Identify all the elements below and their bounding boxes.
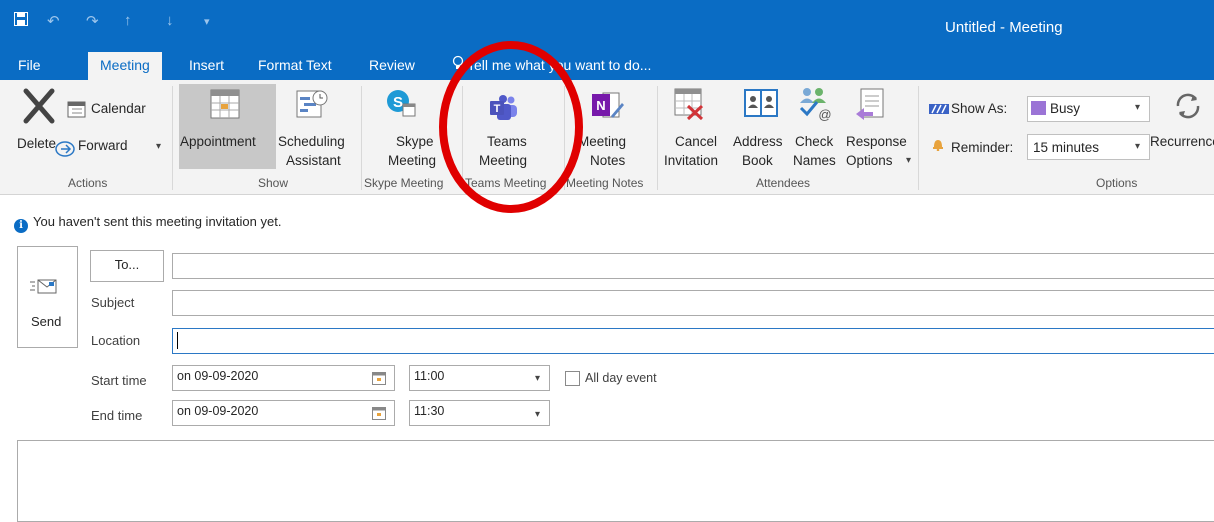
send-label: Send [31,314,62,329]
up-arrow-icon[interactable]: ↑ [124,12,132,29]
start-date-value: on 09-09-2020 [177,369,259,383]
show-as-label: Show As: [951,101,1008,116]
redo-icon[interactable]: ↷ [86,12,99,30]
cancel-invitation-button-line2[interactable]: Invitation [664,152,718,169]
scheduling-assistant-icon [296,88,328,123]
address-book-button-line2[interactable]: Book [742,152,773,169]
show-as-value: Busy [1050,101,1081,116]
svg-text:N: N [596,98,605,113]
check-names-icon: @ [797,86,833,125]
subject-label: Subject [91,295,135,310]
tab-insert[interactable]: Insert [189,57,224,73]
tab-file[interactable]: File [18,57,41,73]
appointment-icon [210,89,240,122]
skype-icon: S [385,88,417,121]
all-day-label: All day event [585,371,657,385]
group-separator [918,86,919,190]
forward-dropdown-icon[interactable]: ▾ [156,141,161,152]
subject-field[interactable] [172,290,1214,316]
location-label: Location [91,333,141,348]
show-as-dropdown-icon[interactable]: ▾ [1135,102,1140,113]
info-icon: i [14,219,28,233]
response-options-icon [855,88,887,125]
recurrence-icon [1172,90,1204,125]
start-date-picker[interactable]: on 09-09-2020 [172,365,395,391]
delete-icon[interactable] [22,88,56,127]
window-title: Untitled - Meeting [945,19,1063,36]
meeting-notes-button-line2[interactable]: Notes [590,152,625,169]
recurrence-button[interactable]: Recurrence [1150,133,1214,150]
actions-group-label: Actions [68,176,108,190]
skype-meeting-button-line1[interactable]: Skype [396,133,434,150]
start-time-value: 11:00 [414,369,445,383]
group-separator [172,86,173,190]
down-arrow-icon[interactable]: ↓ [166,12,174,29]
address-book-button-line1[interactable]: Address [733,133,783,150]
start-time-select[interactable]: 11:00 [409,365,550,391]
cancel-invitation-button-line1[interactable]: Cancel [675,133,717,150]
skype-meeting-button-line2[interactable]: Meeting [388,152,436,169]
undo-icon[interactable]: ↶ [47,12,60,30]
response-options-dropdown-icon[interactable]: ▾ [906,155,911,166]
start-time-label: Start time [91,373,147,388]
calendar-icon [67,100,87,121]
forward-button[interactable]: Forward [78,137,128,154]
send-envelope-icon [30,279,58,298]
scheduling-assistant-button-line1[interactable]: Scheduling [278,133,345,150]
highlight-circle [439,41,583,213]
cancel-invitation-icon [674,88,706,123]
end-date-value: on 09-09-2020 [177,404,259,418]
reminder-dropdown-icon[interactable]: ▾ [1135,141,1140,152]
customize-qat-icon[interactable]: ▾ [204,15,210,28]
svg-text:@: @ [818,107,831,122]
onenote-icon: N [591,90,625,125]
bell-icon [932,137,944,154]
reminder-label: Reminder: [951,140,1014,155]
skype-group-label: Skype Meeting [364,176,444,190]
show-group-label: Show [258,176,289,190]
start-time-dropdown-icon[interactable]: ▾ [535,373,540,384]
end-date-picker[interactable]: on 09-09-2020 [172,400,395,426]
group-separator [657,86,658,190]
scheduling-assistant-button-line2[interactable]: Assistant [286,152,341,169]
save-icon[interactable] [14,12,28,30]
end-time-dropdown-icon[interactable]: ▾ [535,409,540,420]
end-calendar-icon[interactable] [372,407,386,423]
group-separator [361,86,362,190]
busy-swatch [1031,101,1046,115]
message-body[interactable] [17,440,1214,522]
end-time-label: End time [91,408,143,423]
tab-review[interactable]: Review [369,57,415,73]
check-names-button-line1[interactable]: Check [795,133,833,150]
start-calendar-icon[interactable] [372,372,386,388]
end-time-select[interactable]: 11:30 [409,400,550,426]
tab-format-text[interactable]: Format Text [258,57,332,73]
appointment-button[interactable]: Appointment [180,133,256,150]
location-field[interactable] [172,328,1214,354]
attendees-group-label: Attendees [756,176,811,190]
response-options-button-line1[interactable]: Response [846,133,907,150]
info-bar: i You haven't sent this meeting invitatio… [14,214,281,233]
to-field[interactable] [172,253,1214,279]
forward-icon [55,139,77,160]
response-options-button-line2[interactable]: Options [846,152,893,169]
all-day-checkbox[interactable] [565,371,580,386]
end-time-value: 11:30 [414,404,445,418]
delete-button[interactable]: Delete [17,135,56,152]
text-cursor [177,332,178,349]
info-message: You haven't sent this meeting invitation… [33,214,282,229]
svg-text:S: S [393,94,403,111]
tab-meeting[interactable]: Meeting [88,52,162,80]
show-as-icon [929,102,949,117]
to-button[interactable]: To... [90,250,164,282]
options-group-label: Options [1096,176,1138,190]
check-names-button-line2[interactable]: Names [793,152,836,169]
address-book-icon [744,88,778,121]
reminder-value: 15 minutes [1033,140,1100,155]
calendar-button[interactable]: Calendar [91,100,146,117]
